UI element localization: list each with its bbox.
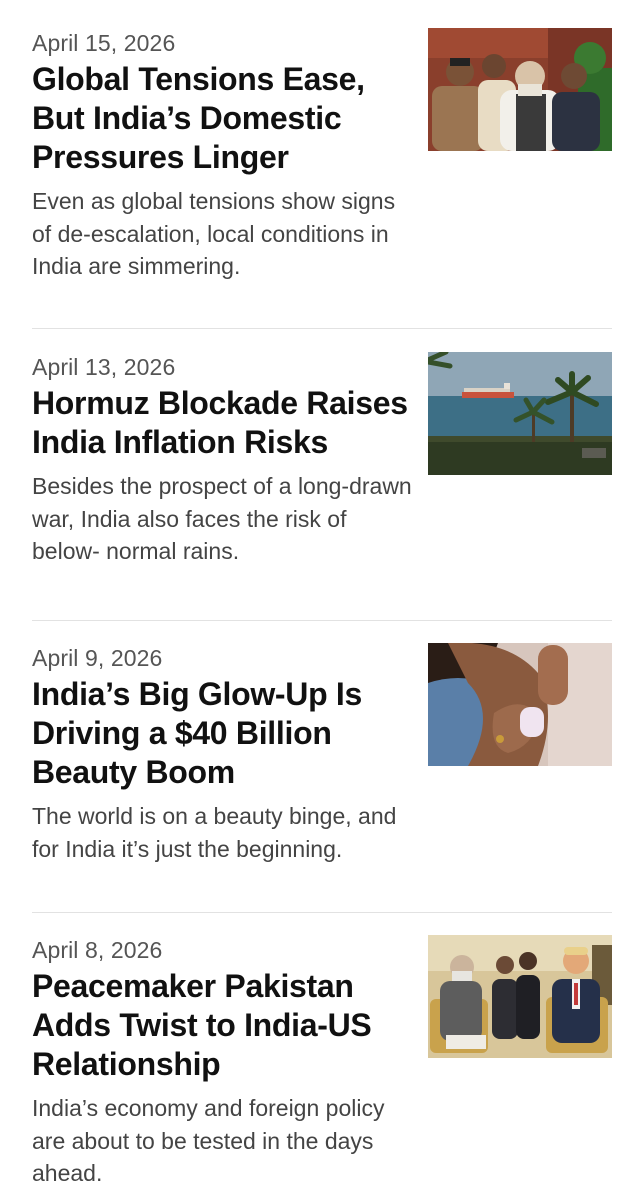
article-headline[interactable]: Global Tensions Ease, But India’s Domest… <box>32 60 412 177</box>
article-summary: Even as global tensions show signs of de… <box>32 188 396 279</box>
article-headline[interactable]: India’s Big Glow-Up Is Driving a $40 Bil… <box>32 675 412 792</box>
article-summary: India’s economy and foreign policy are a… <box>32 1095 385 1186</box>
article-headline[interactable]: Peacemaker Pakistan Adds Twist to India-… <box>32 967 412 1084</box>
article-summary: Besides the prospect of a long-drawn war… <box>32 473 412 564</box>
divider <box>32 912 612 913</box>
article-headline[interactable]: Hormuz Blockade Raises India Inflation R… <box>32 384 412 462</box>
article-date: April 13, 2026 <box>32 354 176 380</box>
news-feed: April 15, 2026 Global Tensions Ease, But… <box>0 0 644 1200</box>
article-text: April 9, 2026 India’s Big Glow-Up Is Dri… <box>32 643 412 865</box>
article-text: April 8, 2026 Peacemaker Pakistan Adds T… <box>32 935 412 1190</box>
article-summary: The world is on a beauty binge, and for … <box>32 803 397 862</box>
article-date: April 15, 2026 <box>32 30 176 56</box>
divider <box>32 620 612 621</box>
woman-applying-cosmetics-photo-icon[interactable] <box>428 643 612 766</box>
article-text: April 15, 2026 Global Tensions Ease, But… <box>32 28 412 283</box>
divider <box>32 328 612 329</box>
leaders-meeting-photo-icon[interactable] <box>428 935 612 1058</box>
article-date: April 8, 2026 <box>32 937 163 963</box>
article-text: April 13, 2026 Hormuz Blockade Raises In… <box>32 352 412 568</box>
article-date: April 9, 2026 <box>32 645 163 671</box>
tanker-ship-palm-trees-photo-icon[interactable] <box>428 352 612 475</box>
group-of-politicians-photo-icon[interactable] <box>428 28 612 151</box>
